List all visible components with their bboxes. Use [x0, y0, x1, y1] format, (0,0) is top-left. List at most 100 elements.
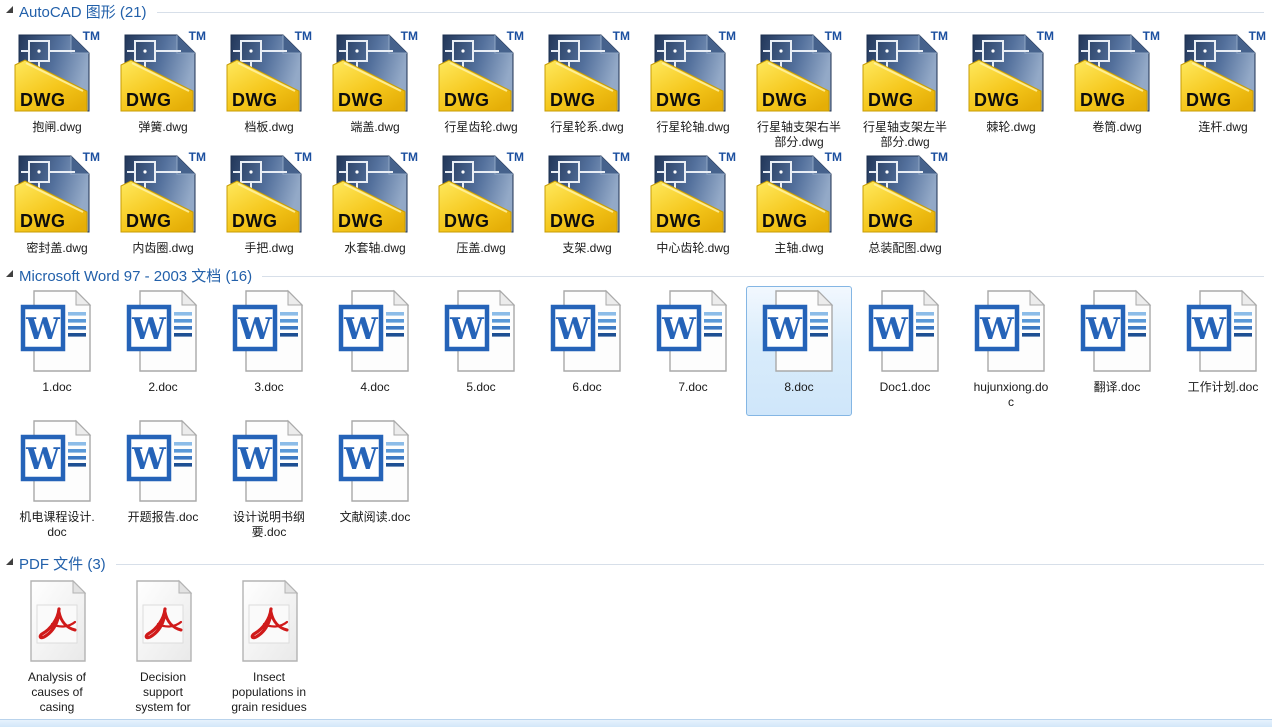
word-letter-text: W	[449, 312, 485, 347]
dwg-file-icon: TM DWG	[861, 25, 949, 113]
word-file-icon: W	[20, 419, 94, 503]
file-item[interactable]: TM DWG 行星轮系.dwg	[534, 22, 640, 143]
file-item[interactable]: W hujunxiong.do c	[958, 286, 1064, 416]
group-header-label[interactable]: PDF 文件 (3)	[19, 553, 106, 574]
dwg-label-text: DWG	[868, 90, 914, 110]
word-letter-text: W	[343, 312, 379, 347]
word-letter-text: W	[873, 312, 909, 347]
file-item[interactable]: TM DWG 水套轴.dwg	[322, 143, 428, 264]
dwg-label-text: DWG	[444, 211, 490, 231]
file-item[interactable]: TM DWG 主轴.dwg	[746, 143, 852, 264]
file-icon-slot	[237, 579, 301, 668]
file-item[interactable]: W 1.doc	[4, 286, 110, 416]
file-name-label: 4.doc	[360, 380, 389, 395]
file-item[interactable]: TM DWG 棘轮.dwg	[958, 22, 1064, 143]
dwg-label-text: DWG	[762, 211, 808, 231]
file-name-label: 主轴.dwg	[774, 241, 823, 256]
file-item[interactable]: W 4.doc	[322, 286, 428, 416]
file-name-label: 手把.dwg	[244, 241, 293, 256]
file-grid: TM DWG 抱闸.dwg TM	[0, 22, 1272, 264]
file-item[interactable]: TM DWG 总装配图.dwg	[852, 143, 958, 264]
file-icon-slot: TM DWG	[649, 146, 737, 239]
dwg-file-icon: TM DWG	[755, 146, 843, 234]
dwg-tm-text: TM	[613, 150, 630, 164]
collapse-triangle-icon[interactable]	[6, 270, 13, 277]
group-header-label[interactable]: Microsoft Word 97 - 2003 文档 (16)	[19, 265, 252, 286]
file-name-label: Decision support system for	[135, 670, 190, 715]
file-item[interactable]: TM DWG 连杆.dwg	[1170, 22, 1272, 143]
file-item[interactable]: W 5.doc	[428, 286, 534, 416]
file-item[interactable]: TM DWG 行星轮轴.dwg	[640, 22, 746, 143]
file-item[interactable]: W 工作计划.doc	[1170, 286, 1272, 416]
file-item[interactable]: TM DWG 弹簧.dwg	[110, 22, 216, 143]
file-item[interactable]: TM DWG 行星轴支架左半 部分.dwg	[852, 22, 958, 143]
pdf-file-icon	[237, 579, 301, 663]
group-header-label[interactable]: AutoCAD 图形 (21)	[19, 1, 147, 22]
word-letter-text: W	[555, 312, 591, 347]
file-item[interactable]: W 设计说明书纲 要.doc	[216, 416, 322, 546]
file-group: AutoCAD 图形 (21) TM DWG 抱闸.dwg	[0, 0, 1272, 264]
file-name-label: 开题报告.doc	[128, 510, 199, 525]
word-file-icon: W	[1186, 289, 1260, 373]
file-item[interactable]: TM DWG 支架.dwg	[534, 143, 640, 264]
file-name-label: 弹簧.dwg	[138, 120, 187, 135]
file-item[interactable]: TM DWG 密封盖.dwg	[4, 143, 110, 264]
word-letter-text: W	[131, 442, 167, 477]
dwg-tm-text: TM	[613, 29, 630, 43]
file-item[interactable]: W Doc1.doc	[852, 286, 958, 416]
dwg-file-icon: TM DWG	[649, 146, 737, 234]
file-item[interactable]: TM DWG 行星轴支架右半 部分.dwg	[746, 22, 852, 143]
file-item[interactable]: TM DWG 端盖.dwg	[322, 22, 428, 143]
file-item[interactable]: Analysis of causes of casing	[4, 574, 110, 727]
dwg-tm-text: TM	[189, 29, 206, 43]
file-item[interactable]: W 开题报告.doc	[110, 416, 216, 546]
file-item[interactable]: W 机电课程设计. doc	[4, 416, 110, 546]
file-item[interactable]: TM DWG 中心齿轮.dwg	[640, 143, 746, 264]
group-header: PDF 文件 (3)	[0, 552, 1272, 574]
dwg-tm-text: TM	[1143, 29, 1160, 43]
file-icon-slot: TM DWG	[543, 25, 631, 118]
word-letter-text: W	[979, 312, 1015, 347]
collapse-triangle-icon[interactable]	[6, 6, 13, 13]
file-icon-slot: TM DWG	[13, 25, 101, 118]
dwg-file-icon: TM DWG	[13, 146, 101, 234]
file-name-label: 机电课程设计. doc	[19, 510, 94, 540]
file-grid: Analysis of causes of casing Decision su…	[0, 574, 1272, 727]
file-item[interactable]: Insect populations in grain residues	[216, 574, 322, 727]
file-item[interactable]: TM DWG 内齿圈.dwg	[110, 143, 216, 264]
file-item[interactable]: Decision support system for	[110, 574, 216, 727]
file-icon-slot: TM DWG	[13, 146, 101, 239]
file-icon-slot: TM DWG	[119, 146, 207, 239]
file-item[interactable]: TM DWG 压盖.dwg	[428, 143, 534, 264]
dwg-label-text: DWG	[338, 211, 384, 231]
file-icon-slot: TM DWG	[225, 146, 313, 239]
file-group: Microsoft Word 97 - 2003 文档 (16) W 1.doc…	[0, 264, 1272, 546]
dwg-file-icon: TM DWG	[967, 25, 1055, 113]
file-item[interactable]: TM DWG 抱闸.dwg	[4, 22, 110, 143]
file-icon-slot	[131, 579, 195, 668]
word-file-icon: W	[20, 289, 94, 373]
word-letter-text: W	[25, 442, 61, 477]
file-item[interactable]: W 7.doc	[640, 286, 746, 416]
dwg-label-text: DWG	[550, 211, 596, 231]
word-file-icon: W	[974, 289, 1048, 373]
dwg-label-text: DWG	[338, 90, 384, 110]
file-name-label: 6.doc	[572, 380, 601, 395]
group-header-rule	[262, 276, 1264, 277]
dwg-label-text: DWG	[762, 90, 808, 110]
file-item[interactable]: W 2.doc	[110, 286, 216, 416]
file-item[interactable]: TM DWG 档板.dwg	[216, 22, 322, 143]
file-icon-slot: TM DWG	[437, 25, 525, 118]
file-item[interactable]: W 翻译.doc	[1064, 286, 1170, 416]
file-name-label: 压盖.dwg	[456, 241, 505, 256]
file-item[interactable]: TM DWG 行星齿轮.dwg	[428, 22, 534, 143]
collapse-triangle-icon[interactable]	[6, 558, 13, 565]
file-item[interactable]: TM DWG 手把.dwg	[216, 143, 322, 264]
file-item[interactable]: W 6.doc	[534, 286, 640, 416]
file-item[interactable]: TM DWG 卷筒.dwg	[1064, 22, 1170, 143]
file-item[interactable]: W 8.doc	[746, 286, 852, 416]
file-icon-slot: W	[126, 419, 200, 508]
file-item[interactable]: W 3.doc	[216, 286, 322, 416]
file-item[interactable]: W 文献阅读.doc	[322, 416, 428, 546]
file-icon-slot: W	[974, 289, 1048, 378]
